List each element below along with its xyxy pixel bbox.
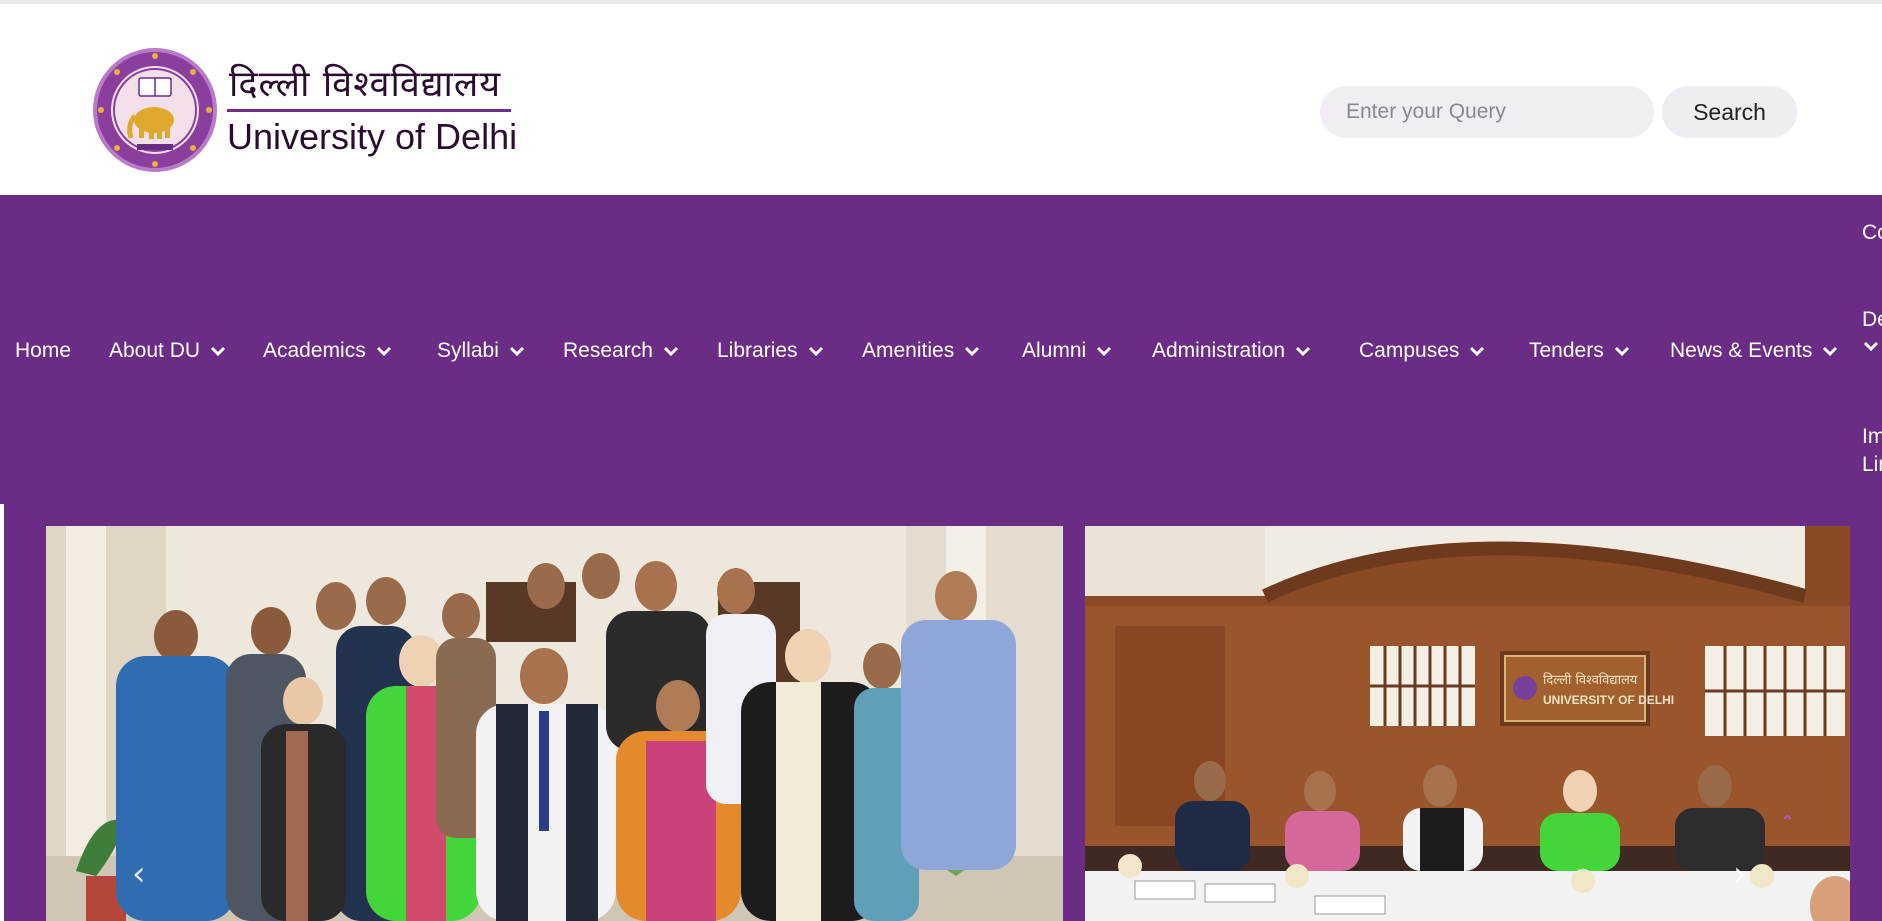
nav-item-alumni[interactable]: Alumni: [1022, 334, 1113, 368]
chevron-down-icon: [808, 346, 823, 357]
logo-hindi-text: दिल्ली विश्वविद्यालय: [229, 63, 502, 105]
banner-hindi-text: दिल्ली विश्वविद्यालय: [1543, 672, 1638, 688]
nav-item-label: Campuses: [1359, 339, 1460, 362]
banner-english-text: UNIVERSITY OF DELHI: [1543, 693, 1674, 707]
nav-item-academics[interactable]: Academics: [263, 334, 393, 368]
chevron-down-icon: [965, 346, 980, 357]
image-carousel: ‹ दिल्ली विश्वविद्यालय UNIVERSITY OF DEL…: [0, 504, 1882, 921]
nav-item-label: Amenities: [862, 339, 955, 362]
nav-item-syllabi[interactable]: Syllabi: [437, 334, 526, 368]
chevron-down-icon: [1296, 346, 1311, 357]
nav-item-tenders[interactable]: Tenders: [1529, 334, 1631, 368]
nav-item-home[interactable]: Home: [15, 334, 71, 368]
university-logo[interactable]: दिल्ली विश्वविद्यालय University of Delhi: [91, 46, 517, 174]
nav-item-label: Syllabi: [437, 339, 499, 362]
chevron-down-icon: [210, 346, 226, 357]
nav-item-label: About DU: [109, 339, 201, 362]
carousel-slide-group-photo[interactable]: ‹: [46, 526, 1063, 921]
nav-item-label: Research: [563, 339, 653, 362]
nav-item-research[interactable]: Research: [563, 334, 680, 368]
nav-item-amenities[interactable]: Amenities: [862, 334, 981, 368]
carousel-next-icon[interactable]: ›: [1733, 854, 1747, 894]
chevron-down-icon: [1470, 346, 1485, 357]
group-photo-image: [46, 526, 1063, 921]
nav-item-label: News & Events: [1670, 339, 1813, 362]
search-input[interactable]: [1320, 86, 1654, 138]
nav-item-overflow-im[interactable]: Im: [1862, 423, 1882, 451]
nav-item-label: Alumni: [1022, 339, 1087, 362]
nav-item-overflow-de[interactable]: De: [1862, 306, 1882, 334]
nav-item-overflow-lir[interactable]: Lir: [1862, 451, 1882, 479]
chevron-down-icon: [1863, 341, 1879, 352]
nav-item-label: Home: [15, 339, 72, 362]
nav-item-overflow-co[interactable]: Co: [1862, 219, 1882, 247]
nav-item-news-events[interactable]: News & Events: [1670, 334, 1839, 368]
chevron-down-icon: [509, 346, 524, 357]
nav-item-libraries[interactable]: Libraries: [717, 334, 825, 368]
scroll-to-top-icon[interactable]: ⌃: [1780, 812, 1795, 833]
chevron-down-icon: [1823, 346, 1838, 357]
main-navigation: Home About DU Academics Syllabi Research…: [0, 195, 1882, 504]
logo-english-text: University of Delhi: [227, 115, 518, 157]
chevron-down-icon: [376, 346, 391, 357]
nav-item-label: Tenders: [1529, 339, 1604, 362]
nav-item-label: Libraries: [717, 339, 798, 362]
chevron-down-icon: [1614, 346, 1629, 357]
nav-item-administration[interactable]: Administration: [1152, 334, 1312, 368]
logo-divider: [227, 108, 511, 112]
chevron-down-icon: [1097, 346, 1112, 357]
carousel-edge: [0, 504, 4, 921]
nav-item-label: Administration: [1152, 339, 1286, 362]
chevron-down-icon: [663, 346, 678, 357]
site-header: दिल्ली विश्वविद्यालय University of Delhi…: [0, 4, 1882, 195]
nav-item-label: Academics: [263, 339, 366, 362]
carousel-slide-meeting[interactable]: दिल्ली विश्वविद्यालय UNIVERSITY OF DELHI: [1085, 526, 1850, 921]
university-seal-icon: [93, 48, 217, 172]
carousel-prev-icon[interactable]: ‹: [132, 854, 146, 894]
nav-item-about-du[interactable]: About DU: [109, 334, 227, 368]
search-button[interactable]: Search: [1662, 86, 1797, 138]
nav-item-campuses[interactable]: Campuses: [1359, 334, 1486, 368]
